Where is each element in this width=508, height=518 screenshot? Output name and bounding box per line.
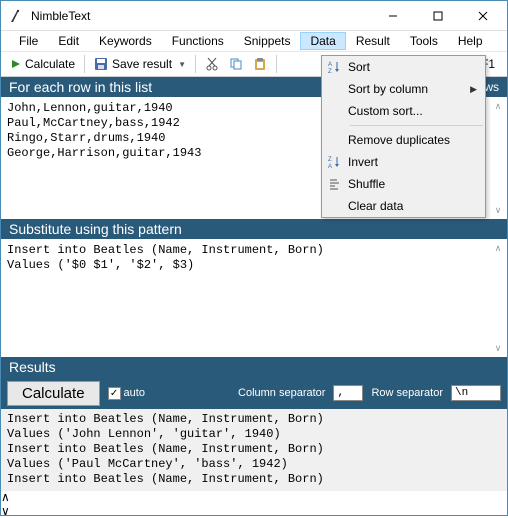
sort-az-icon: AZ — [322, 60, 348, 74]
cut-button[interactable] — [201, 55, 223, 73]
dropdown-sort-label: Sort — [348, 60, 477, 74]
menubar: File Edit Keywords Functions Snippets Da… — [1, 31, 507, 51]
scroll-down-icon[interactable]: ∨ — [491, 203, 505, 217]
close-button[interactable] — [460, 2, 505, 30]
dropdown-custom-sort[interactable]: Custom sort... — [322, 100, 485, 122]
results-title: Results — [9, 359, 56, 375]
dropdown-sortcol-label: Sort by column — [348, 82, 470, 96]
svg-text:Z: Z — [328, 157, 332, 163]
auto-checkbox[interactable]: ✓ auto — [108, 387, 145, 400]
window-title: NimbleText — [31, 9, 370, 23]
dropdown-clear-label: Clear data — [348, 199, 477, 213]
menu-tools[interactable]: Tools — [400, 32, 448, 50]
save-result-button[interactable]: Save result ▼ — [90, 55, 190, 73]
dropdown-separator — [350, 125, 483, 126]
dropdown-sort[interactable]: AZ Sort — [322, 56, 485, 78]
dropdown-shuffle-label: Shuffle — [348, 177, 477, 191]
results-pane[interactable]: Insert into Beatles (Name, Instrument, B… — [1, 409, 507, 491]
titlebar: NimbleText — [1, 1, 507, 31]
calculate-button[interactable]: Calculate — [7, 55, 79, 73]
scroll-up-icon[interactable]: ∧ — [491, 241, 505, 255]
auto-label: auto — [124, 387, 145, 399]
toolbar-separator — [276, 55, 277, 73]
svg-text:A: A — [328, 62, 332, 68]
menu-edit[interactable]: Edit — [48, 32, 89, 50]
app-icon — [9, 8, 25, 24]
scroll-up-icon[interactable]: ∧ — [491, 99, 505, 113]
play-icon — [11, 59, 21, 69]
menu-snippets[interactable]: Snippets — [234, 32, 301, 50]
row-separator-label: Row separator — [371, 387, 443, 399]
row-separator-input[interactable] — [451, 385, 501, 401]
results-calculate-button[interactable]: Calculate — [7, 381, 100, 406]
maximize-button[interactable] — [415, 2, 460, 30]
toolbar-separator — [195, 55, 196, 73]
dropdown-invert[interactable]: ZA Invert — [322, 151, 485, 173]
copy-button[interactable] — [225, 55, 247, 73]
scissors-icon — [205, 57, 219, 71]
paste-button[interactable] — [249, 55, 271, 73]
save-result-label: Save result — [112, 57, 172, 71]
dropdown-shuffle[interactable]: Shuffle — [322, 173, 485, 195]
submenu-arrow-icon: ▶ — [470, 84, 477, 95]
svg-text:Z: Z — [328, 69, 332, 74]
menu-help[interactable]: Help — [448, 32, 493, 50]
dropdown-clear-data[interactable]: Clear data — [322, 195, 485, 217]
dropdown-sort-by-column[interactable]: Sort by column ▶ — [322, 78, 485, 100]
paste-icon — [253, 57, 267, 71]
svg-text:A: A — [328, 164, 332, 169]
menu-result[interactable]: Result — [346, 32, 400, 50]
results-text: Insert into Beatles (Name, Instrument, B… — [1, 409, 507, 490]
results-toolbar: Calculate ✓ auto Column separator Row se… — [1, 377, 507, 409]
section1-title: For each row in this list — [9, 79, 152, 95]
sort-za-icon: ZA — [322, 155, 348, 169]
toolbar-separator — [84, 55, 85, 73]
column-separator-input[interactable] — [333, 385, 363, 401]
checkbox-icon: ✓ — [108, 387, 121, 400]
section2-title: Substitute using this pattern — [9, 221, 182, 237]
dropdown-removedup-label: Remove duplicates — [348, 133, 477, 147]
data-dropdown: AZ Sort Sort by column ▶ Custom sort... … — [321, 55, 486, 218]
pattern-text[interactable]: Insert into Beatles (Name, Instrument, B… — [1, 239, 507, 277]
menu-functions[interactable]: Functions — [162, 32, 234, 50]
section2-header: Substitute using this pattern — [1, 219, 507, 239]
column-separator-label: Column separator — [238, 387, 325, 399]
scroll-up-icon[interactable]: ∧ — [1, 490, 507, 504]
menu-data[interactable]: Data — [300, 32, 345, 50]
minimize-button[interactable] — [370, 2, 415, 30]
save-icon — [94, 57, 108, 71]
menu-file[interactable]: File — [9, 32, 48, 50]
results-header: Results — [1, 357, 507, 377]
dropdown-caret-icon: ▼ — [178, 60, 186, 69]
scroll-down-icon[interactable]: ∨ — [491, 341, 505, 355]
pattern-pane[interactable]: Insert into Beatles (Name, Instrument, B… — [1, 239, 507, 357]
copy-icon — [229, 57, 243, 71]
dropdown-remove-duplicates[interactable]: Remove duplicates — [322, 129, 485, 151]
menu-keywords[interactable]: Keywords — [89, 32, 162, 50]
dropdown-invert-label: Invert — [348, 155, 477, 169]
dropdown-customsort-label: Custom sort... — [348, 104, 477, 118]
shuffle-icon — [322, 177, 348, 191]
calculate-label: Calculate — [25, 57, 75, 71]
